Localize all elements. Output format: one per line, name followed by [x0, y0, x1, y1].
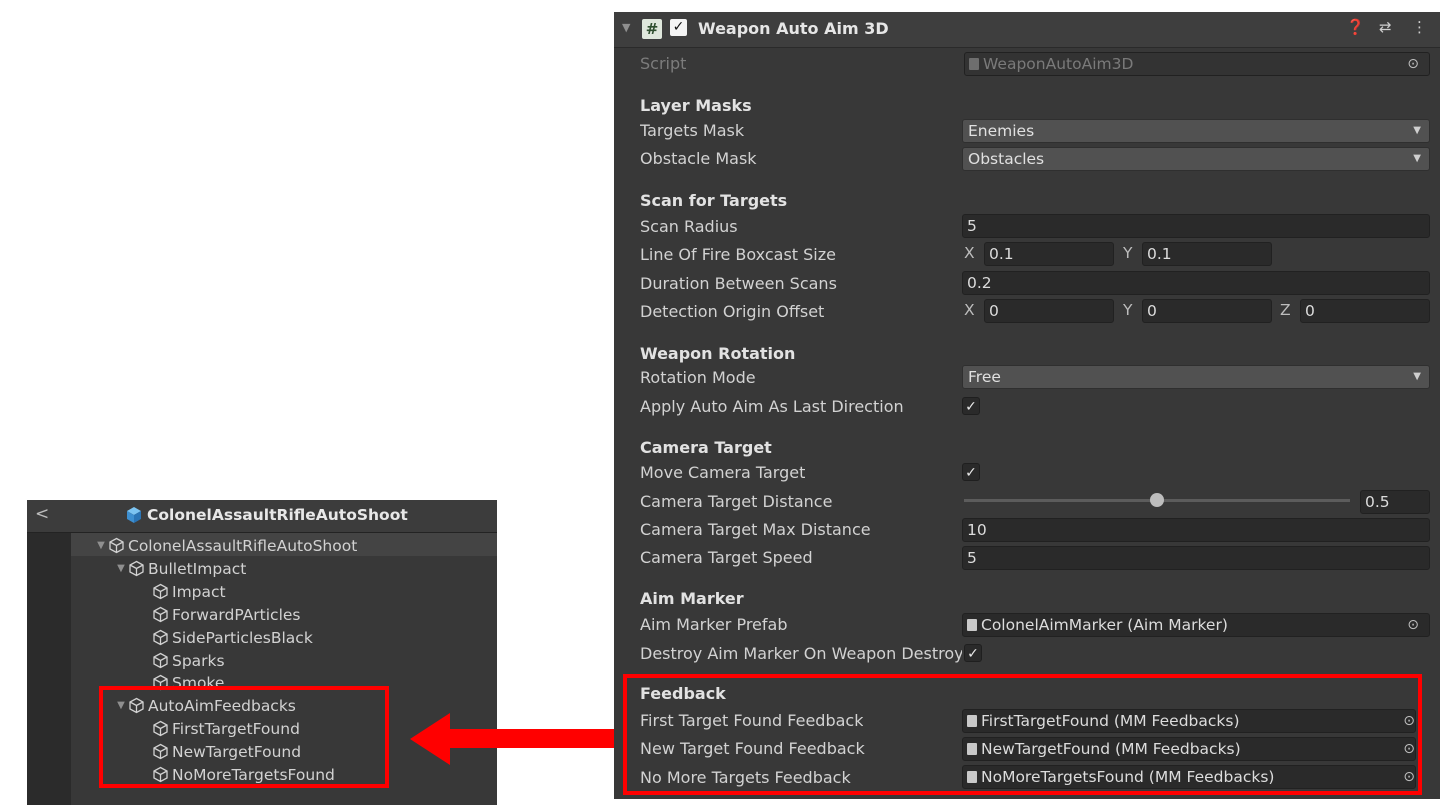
targets-mask-label: Targets Mask — [640, 121, 745, 140]
prefab-title: ColonelAssaultRifleAutoShoot — [125, 506, 408, 524]
rotation-mode-label: Rotation Mode — [640, 368, 756, 387]
destroy-aim-marker-checkbox[interactable]: ✓ — [964, 644, 982, 662]
duration-between-scans-label: Duration Between Scans — [640, 274, 837, 293]
object-picker-icon[interactable]: ⊙ — [1407, 614, 1419, 636]
camera-target-distance-input[interactable]: 0.5 — [1360, 490, 1430, 514]
dropdown-arrow-icon: ▼ — [1413, 125, 1421, 136]
component-title: Weapon Auto Aim 3D — [698, 19, 889, 38]
back-arrow-icon[interactable]: < — [35, 504, 49, 524]
apply-auto-aim-label: Apply Auto Aim As Last Direction — [640, 397, 904, 416]
fold-triangle-icon[interactable]: ▼ — [95, 540, 107, 551]
tree-item-label: SideParticlesBlack — [172, 628, 313, 647]
gameobject-cube-icon — [152, 606, 172, 623]
object-picker-icon: ⊙ — [1407, 56, 1419, 72]
section-layer-masks: Layer Masks — [640, 96, 752, 115]
duration-between-scans-input[interactable]: 0.2 — [962, 271, 1430, 295]
tree-item[interactable]: ▼ ColonelAssaultRifleAutoShoot — [95, 534, 357, 557]
rotation-mode-value: Free — [968, 368, 1001, 386]
obstacle-mask-value: Obstacles — [968, 150, 1045, 168]
help-icon[interactable]: ❓ — [1346, 18, 1365, 36]
script-value: WeaponAutoAim3D — [983, 55, 1134, 73]
component-enabled-checkbox[interactable]: ✓ — [670, 19, 687, 36]
offset-x-label: X — [964, 301, 975, 319]
apply-auto-aim-checkbox[interactable]: ✓ — [962, 397, 980, 415]
tree-item[interactable]: ForwardPArticles — [152, 603, 301, 626]
camera-target-distance-label: Camera Target Distance — [640, 492, 833, 511]
fold-triangle-icon[interactable]: ▼ — [622, 21, 630, 34]
camera-target-speed-input[interactable]: 5 — [962, 546, 1430, 570]
offset-y-label: Y — [1123, 301, 1133, 319]
script-file-icon — [967, 619, 977, 631]
prefab-cube-icon — [127, 507, 141, 523]
aim-marker-prefab-label: Aim Marker Prefab — [640, 615, 788, 634]
tree-item[interactable]: SideParticlesBlack — [152, 626, 313, 649]
destroy-aim-marker-label: Destroy Aim Marker On Weapon Destroy — [640, 644, 962, 663]
fold-triangle-icon[interactable]: ▼ — [115, 563, 127, 574]
tree-item-label: Impact — [172, 582, 226, 601]
script-label: Script — [640, 54, 687, 73]
script-file-icon — [969, 58, 979, 70]
script-field: WeaponAutoAim3D ⊙ — [964, 52, 1430, 76]
gameobject-cube-icon — [128, 560, 148, 577]
move-camera-target-checkbox[interactable]: ✓ — [962, 463, 980, 481]
tree-item-label: ForwardPArticles — [172, 605, 301, 624]
offset-x-input[interactable]: 0 — [984, 299, 1114, 323]
arrow-icon — [410, 713, 630, 765]
boxcast-y-label: Y — [1123, 244, 1133, 262]
kebab-menu-icon[interactable]: ⋮ — [1412, 18, 1427, 36]
boxcast-y-input[interactable]: 0.1 — [1142, 242, 1272, 266]
tree-item-label: BulletImpact — [148, 559, 247, 578]
tree-item[interactable]: Impact — [152, 580, 226, 603]
prefab-title-label: ColonelAssaultRifleAutoShoot — [147, 506, 408, 524]
camera-target-max-distance-input[interactable]: 10 — [962, 518, 1430, 542]
dropdown-arrow-icon: ▼ — [1413, 371, 1421, 382]
gameobject-cube-icon — [152, 583, 172, 600]
section-aim-marker: Aim Marker — [640, 589, 744, 608]
obstacle-mask-label: Obstacle Mask — [640, 149, 757, 168]
scan-radius-input[interactable]: 5 — [962, 214, 1430, 238]
offset-z-label: Z — [1280, 301, 1291, 319]
gameobject-cube-icon — [152, 629, 172, 646]
section-scan-for-targets: Scan for Targets — [640, 191, 788, 210]
dropdown-arrow-icon: ▼ — [1413, 153, 1421, 164]
gameobject-cube-icon — [108, 537, 128, 554]
camera-distance-slider-knob[interactable] — [1150, 493, 1164, 507]
script-hash-icon: # — [642, 19, 662, 39]
prefab-header: < ColonelAssaultRifleAutoShoot — [27, 500, 497, 533]
hierarchy-gutter — [27, 533, 71, 805]
boxcast-x-label: X — [964, 244, 975, 262]
scan-radius-label: Scan Radius — [640, 217, 738, 236]
tree-item[interactable]: ▼ BulletImpact — [115, 557, 246, 580]
camera-target-max-distance-label: Camera Target Max Distance — [640, 520, 871, 539]
gameobject-cube-icon — [152, 652, 172, 669]
detection-origin-offset-label: Detection Origin Offset — [640, 302, 825, 321]
tree-item[interactable]: Sparks — [152, 649, 225, 672]
aim-marker-prefab-field[interactable]: ColonelAimMarker (Aim Marker) ⊙ — [962, 613, 1430, 637]
section-camera-target: Camera Target — [640, 438, 772, 457]
rotation-mode-dropdown[interactable]: Free ▼ — [962, 365, 1430, 389]
move-camera-target-label: Move Camera Target — [640, 463, 806, 482]
tree-item-label: ColonelAssaultRifleAutoShoot — [128, 536, 358, 555]
offset-z-input[interactable]: 0 — [1300, 299, 1430, 323]
obstacle-mask-dropdown[interactable]: Obstacles ▼ — [962, 147, 1430, 171]
targets-mask-dropdown[interactable]: Enemies ▼ — [962, 119, 1430, 143]
component-header[interactable]: ▼ # ✓ Weapon Auto Aim 3D ❓ ⇄ ⋮ — [614, 12, 1440, 48]
highlight-box-feedback — [623, 674, 1422, 795]
boxcast-x-input[interactable]: 0.1 — [984, 242, 1114, 266]
presets-icon[interactable]: ⇄ — [1379, 18, 1392, 36]
boxcast-size-label: Line Of Fire Boxcast Size — [640, 245, 836, 264]
section-weapon-rotation: Weapon Rotation — [640, 344, 796, 363]
aim-marker-prefab-value: ColonelAimMarker (Aim Marker) — [981, 616, 1228, 634]
offset-y-input[interactable]: 0 — [1142, 299, 1272, 323]
highlight-box-hierarchy — [99, 686, 389, 788]
targets-mask-value: Enemies — [968, 122, 1035, 140]
camera-target-speed-label: Camera Target Speed — [640, 548, 813, 567]
tree-item-label: Sparks — [172, 651, 225, 670]
